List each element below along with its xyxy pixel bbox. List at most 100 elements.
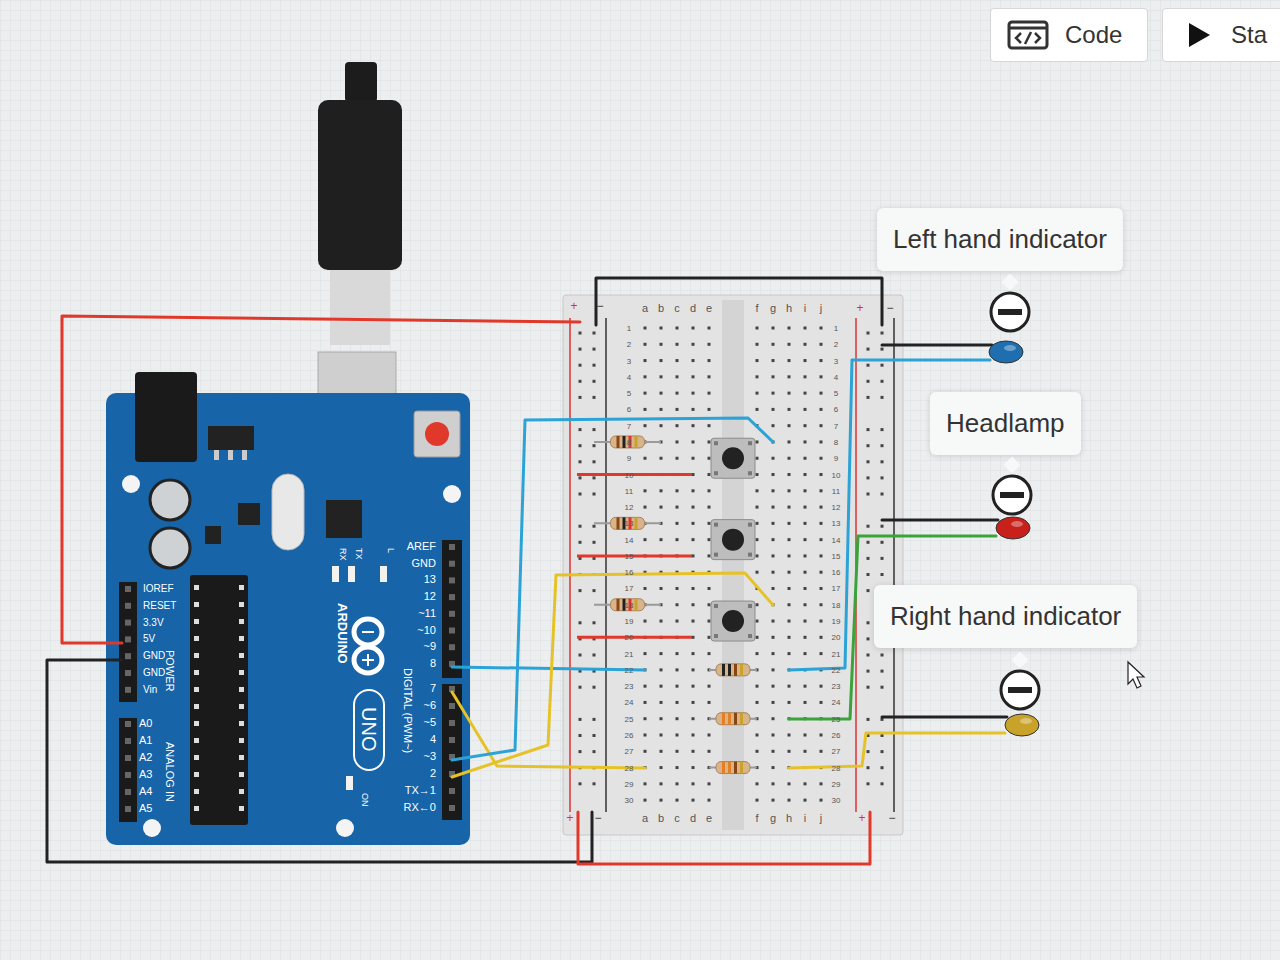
breadboard-hole — [772, 750, 775, 753]
mouse-cursor-icon — [1128, 662, 1144, 688]
resistor[interactable] — [709, 664, 757, 676]
led[interactable] — [989, 341, 1023, 363]
wire-pin2[interactable] — [452, 573, 773, 777]
minus-terminal-icon[interactable] — [990, 473, 1034, 517]
breadboard-hole — [644, 489, 647, 492]
breadboard-hole — [708, 685, 711, 688]
digital-pin[interactable]: ~10 — [417, 624, 455, 636]
wire-right-led-gnd[interactable] — [882, 716, 1007, 719]
power-pin[interactable]: GND — [125, 667, 165, 678]
digital-pin[interactable]: ~9 — [423, 640, 455, 652]
led[interactable] — [1005, 714, 1039, 736]
power-label: POWER — [164, 650, 176, 692]
rail-hole — [881, 525, 884, 528]
wire-left-led-gnd[interactable] — [882, 344, 992, 347]
analog-pin[interactable]: A5 — [125, 802, 152, 814]
minus-terminal-icon[interactable] — [988, 290, 1032, 334]
rail-hole — [867, 380, 870, 383]
breadboard-hole — [804, 408, 807, 411]
digital-pin[interactable]: 4 — [430, 733, 455, 745]
component-label[interactable]: Headlamp — [930, 392, 1081, 455]
wire-right-led[interactable] — [789, 733, 1005, 768]
digital-pin[interactable]: AREF — [407, 540, 455, 552]
row-label: 6 — [627, 405, 632, 414]
digital-pin[interactable]: 12 — [424, 590, 455, 602]
component-label[interactable]: Right hand indicator — [874, 585, 1137, 648]
breadboard-hole — [708, 392, 711, 395]
breadboard-hole — [676, 766, 679, 769]
resistor[interactable] — [709, 713, 757, 725]
arduino-uno[interactable]: AREFGND1312~11~10~987~6~54~32TX→1RX←0IOR… — [106, 372, 470, 845]
reset-button[interactable] — [414, 411, 460, 457]
digital-pin[interactable]: ~6 — [423, 699, 455, 711]
digital-pin[interactable]: RX←0 — [404, 801, 455, 813]
power-pin[interactable]: Vin — [125, 684, 157, 695]
breadboard-hole — [708, 620, 711, 623]
resistor[interactable] — [594, 517, 661, 529]
resistor[interactable] — [594, 599, 661, 611]
analog-pin[interactable]: A3 — [125, 768, 152, 780]
analog-pin[interactable]: A4 — [125, 785, 152, 797]
digital-pin[interactable]: ~5 — [423, 716, 455, 728]
analog-pin[interactable]: A1 — [125, 734, 152, 746]
power-pin[interactable]: 3.3V — [125, 617, 164, 628]
resistor[interactable] — [709, 762, 757, 774]
push-button[interactable] — [711, 438, 755, 478]
analog-pin[interactable]: A2 — [125, 751, 152, 763]
led[interactable] — [996, 517, 1030, 539]
rail-hole — [579, 493, 582, 496]
minus-terminal-icon[interactable] — [998, 668, 1042, 712]
digital-pin[interactable]: TX→1 — [405, 784, 455, 796]
power-pin[interactable]: 5V — [125, 633, 156, 644]
component-label[interactable]: Left hand indicator — [877, 208, 1123, 271]
resistor[interactable] — [594, 436, 661, 448]
start-simulation-button[interactable]: Sta — [1162, 8, 1280, 62]
analog-pin[interactable]: A0 — [125, 717, 152, 729]
digital-pin[interactable]: ~3 — [423, 750, 455, 762]
rail-minus-label: − — [596, 299, 603, 313]
rail-hole — [593, 621, 596, 624]
svg-text:TX: TX — [354, 548, 364, 560]
digital-pin[interactable]: ~11 — [418, 607, 455, 619]
breadboard-hole — [708, 554, 711, 557]
rail-hole — [579, 348, 582, 351]
wire-gnd[interactable] — [47, 660, 592, 862]
wire-rail-minus[interactable] — [596, 278, 882, 325]
wire-headlamp-gnd[interactable] — [882, 519, 998, 522]
breadboard-hole — [772, 554, 775, 557]
breadboard-hole — [804, 571, 807, 574]
breadboard-hole — [804, 750, 807, 753]
push-button[interactable] — [711, 601, 755, 641]
breadboard-hole — [756, 506, 759, 509]
breadboard-hole — [692, 668, 695, 671]
breadboard-hole — [772, 327, 775, 330]
power-pin[interactable]: RESET — [125, 600, 176, 611]
wire-pin3[interactable] — [452, 418, 773, 760]
wire-5v[interactable] — [62, 316, 580, 643]
breadboard-hole — [644, 327, 647, 330]
push-button[interactable] — [711, 520, 755, 560]
row-label: 21 — [625, 650, 634, 659]
power-pin[interactable]: GND — [125, 650, 165, 661]
row-label: 16 — [625, 568, 634, 577]
column-label: j — [819, 302, 822, 314]
breadboard-hole — [644, 620, 647, 623]
power-pin[interactable]: IOREF — [125, 583, 174, 594]
board-led: RX — [332, 548, 348, 582]
play-icon — [1187, 22, 1211, 48]
digital-pin[interactable]: 13 — [424, 573, 455, 585]
rail-hole — [579, 525, 582, 528]
rail-hole — [867, 621, 870, 624]
row-label: 24 — [625, 698, 634, 707]
code-button[interactable]: Code — [990, 8, 1148, 62]
breadboard-hole — [788, 408, 791, 411]
rail-hole — [867, 332, 870, 335]
wire-rail-plus[interactable] — [578, 812, 870, 864]
jumper-wire[interactable] — [577, 473, 692, 476]
breadboard-hole — [820, 799, 823, 802]
jumper-wire[interactable] — [577, 554, 692, 557]
breadboard-hole — [772, 587, 775, 590]
digital-pin[interactable]: GND — [412, 557, 455, 569]
wire-pin8[interactable] — [452, 667, 645, 670]
jumper-wire[interactable] — [577, 636, 692, 639]
